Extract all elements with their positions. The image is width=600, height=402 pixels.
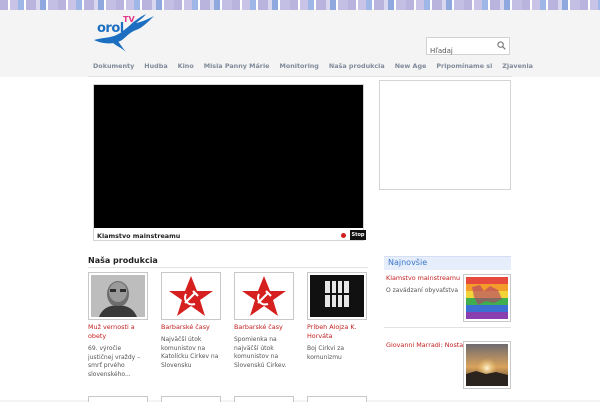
sidebar-heading-label: Najnovšie [388, 258, 428, 267]
video-screen[interactable] [94, 85, 363, 228]
card-thumbnail[interactable] [307, 272, 367, 320]
sidebar-item-desc: O zavádzaní obyvaťstva [386, 287, 459, 294]
card-desc: Najväčší útok komunistov na Katolícku Ci… [161, 336, 219, 369]
card-title[interactable]: Príbeh Alojza K. Horváta [307, 323, 367, 341]
search-box [426, 37, 510, 59]
card-item: Barbarské časy Spomienka na najväčší úto… [234, 272, 294, 370]
decorative-stripe [0, 0, 600, 10]
search-input[interactable] [427, 43, 493, 59]
main-nav: Dokumenty Hudba Kino Misia Panny Márie M… [88, 58, 533, 74]
card-desc: Spomienka na najväčší útok komunistov na… [234, 336, 287, 369]
brand-suffix: TV [123, 15, 135, 24]
nav-item-hudba[interactable]: Hudba [139, 58, 172, 74]
brand-name[interactable]: orol [97, 21, 124, 36]
stop-button[interactable]: Stop [350, 230, 366, 240]
rainbow-flag-icon [466, 277, 508, 319]
record-dot-icon [341, 233, 346, 238]
card-thumbnail[interactable] [234, 396, 294, 402]
hammer-sickle-star-icon [242, 276, 286, 316]
nav-item-misia[interactable]: Misia Panny Márie [199, 58, 275, 74]
nav-item-nasa-produkcia[interactable]: Naša produkcia [324, 58, 390, 74]
card-thumbnail[interactable] [88, 396, 148, 402]
site-header: orol TV [0, 10, 600, 60]
section-title: Naša produkcia [88, 256, 158, 265]
hammer-sickle-star-icon [169, 276, 213, 316]
card-item: Barbarské časy Najväčší útok komunistov … [161, 272, 221, 370]
card-thumbnail[interactable] [307, 396, 367, 402]
card-item: Príbeh Alojza K. Horváta Boj Cirkvi za k… [307, 272, 367, 362]
card-item: Muž vernosti a obety 69. výročie justičn… [88, 272, 148, 379]
portrait-photo-icon [91, 275, 145, 317]
sidebar-heading: Najnovšie [384, 256, 511, 270]
video-caption[interactable]: Klamstvo mainstreamu [97, 232, 180, 240]
side-banner [379, 80, 511, 190]
card-thumbnail[interactable] [88, 272, 148, 320]
nav-item-dokumenty[interactable]: Dokumenty [88, 58, 139, 74]
nav-item-kino[interactable]: Kino [173, 58, 199, 74]
video-player[interactable]: Klamstvo mainstreamu Stop [93, 84, 366, 241]
card-desc: Boj Cirkvi za komunizmu [307, 345, 345, 361]
search-icon[interactable] [497, 41, 506, 50]
nav-item-pripominame[interactable]: Pripomíname si [431, 58, 497, 74]
sidebar-item-title[interactable]: Giovanni Marradi: Nostalgie [386, 341, 475, 350]
nav-item-zjavenia[interactable]: Zjavenia [497, 58, 538, 74]
sidebar-item-title[interactable]: Klamstvo mainstreamu [386, 274, 460, 283]
card-thumbnail[interactable] [234, 272, 294, 320]
card-title[interactable]: Barbarské časy [161, 323, 221, 332]
card-title[interactable]: Muž vernosti a obety [88, 323, 148, 341]
sunset-icon [466, 344, 508, 386]
nav-item-monitoring[interactable]: Monitoring [274, 58, 323, 74]
prison-window-icon [310, 275, 364, 317]
nav-item-new-age[interactable]: New Age [390, 58, 432, 74]
card-desc: 69. výročie justičnej vraždy – smrť prvé… [88, 345, 141, 378]
card-thumbnail[interactable] [161, 396, 221, 402]
sidebar-thumbnail[interactable] [463, 274, 511, 322]
sidebar-divider [384, 327, 511, 328]
sidebar-thumbnail[interactable] [463, 341, 511, 389]
card-thumbnail[interactable] [161, 272, 221, 320]
card-title[interactable]: Barbarské časy [234, 323, 294, 332]
section-divider [88, 267, 368, 268]
